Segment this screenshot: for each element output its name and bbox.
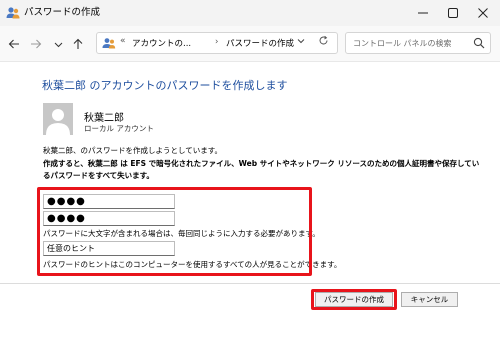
arrow-right-icon[interactable] [28,35,44,53]
account-type: ローカル アカウント [84,124,154,133]
user-accounts-icon [6,7,20,19]
arrow-up-icon[interactable] [70,35,86,53]
breadcrumb-separator: › [215,37,219,47]
search-input[interactable]: コントロール パネルの検索 [345,32,491,54]
title-bar: パスワードの作成 [0,0,500,26]
cancel-button[interactable]: キャンセル [401,292,458,307]
address-dropdown-icon[interactable] [297,37,305,47]
warning-text: 作成すると、秋葉二郎 は EFS で暗号化されたファイル、Web サイトやネット… [43,159,480,180]
highlight-fields-box [37,187,312,276]
user-silhouette-icon [46,109,70,135]
close-icon[interactable] [468,0,498,26]
search-placeholder: コントロール パネルの検索 [353,39,452,48]
info-text: 秋葉二郎、のパスワードを作成しようとしています。 [43,146,223,155]
arrow-left-icon[interactable] [6,35,22,53]
window-title: パスワードの作成 [24,7,101,18]
address-bar[interactable]: « アカウントの... › パスワードの作成 [96,32,338,54]
chevron-down-icon[interactable] [50,35,66,53]
breadcrumb-overflow[interactable]: « [120,36,126,46]
maximize-icon[interactable] [438,0,468,26]
avatar [43,103,73,135]
search-icon[interactable] [473,37,485,49]
breadcrumb-create-password[interactable]: パスワードの作成 [226,37,294,49]
user-name: 秋葉二郎 [84,113,124,124]
user-accounts-icon [102,38,116,49]
breadcrumb-user-accounts[interactable]: アカウントの... [132,37,191,49]
refresh-icon[interactable] [318,35,329,49]
minimize-icon[interactable] [408,0,438,26]
navigation-bar: « アカウントの... › パスワードの作成 コントロール パネルの検索 [0,26,500,62]
page-heading: 秋葉二郎 のアカウントのパスワードを作成します [42,79,288,92]
footer-divider [0,283,500,284]
highlight-create-button [311,289,397,310]
